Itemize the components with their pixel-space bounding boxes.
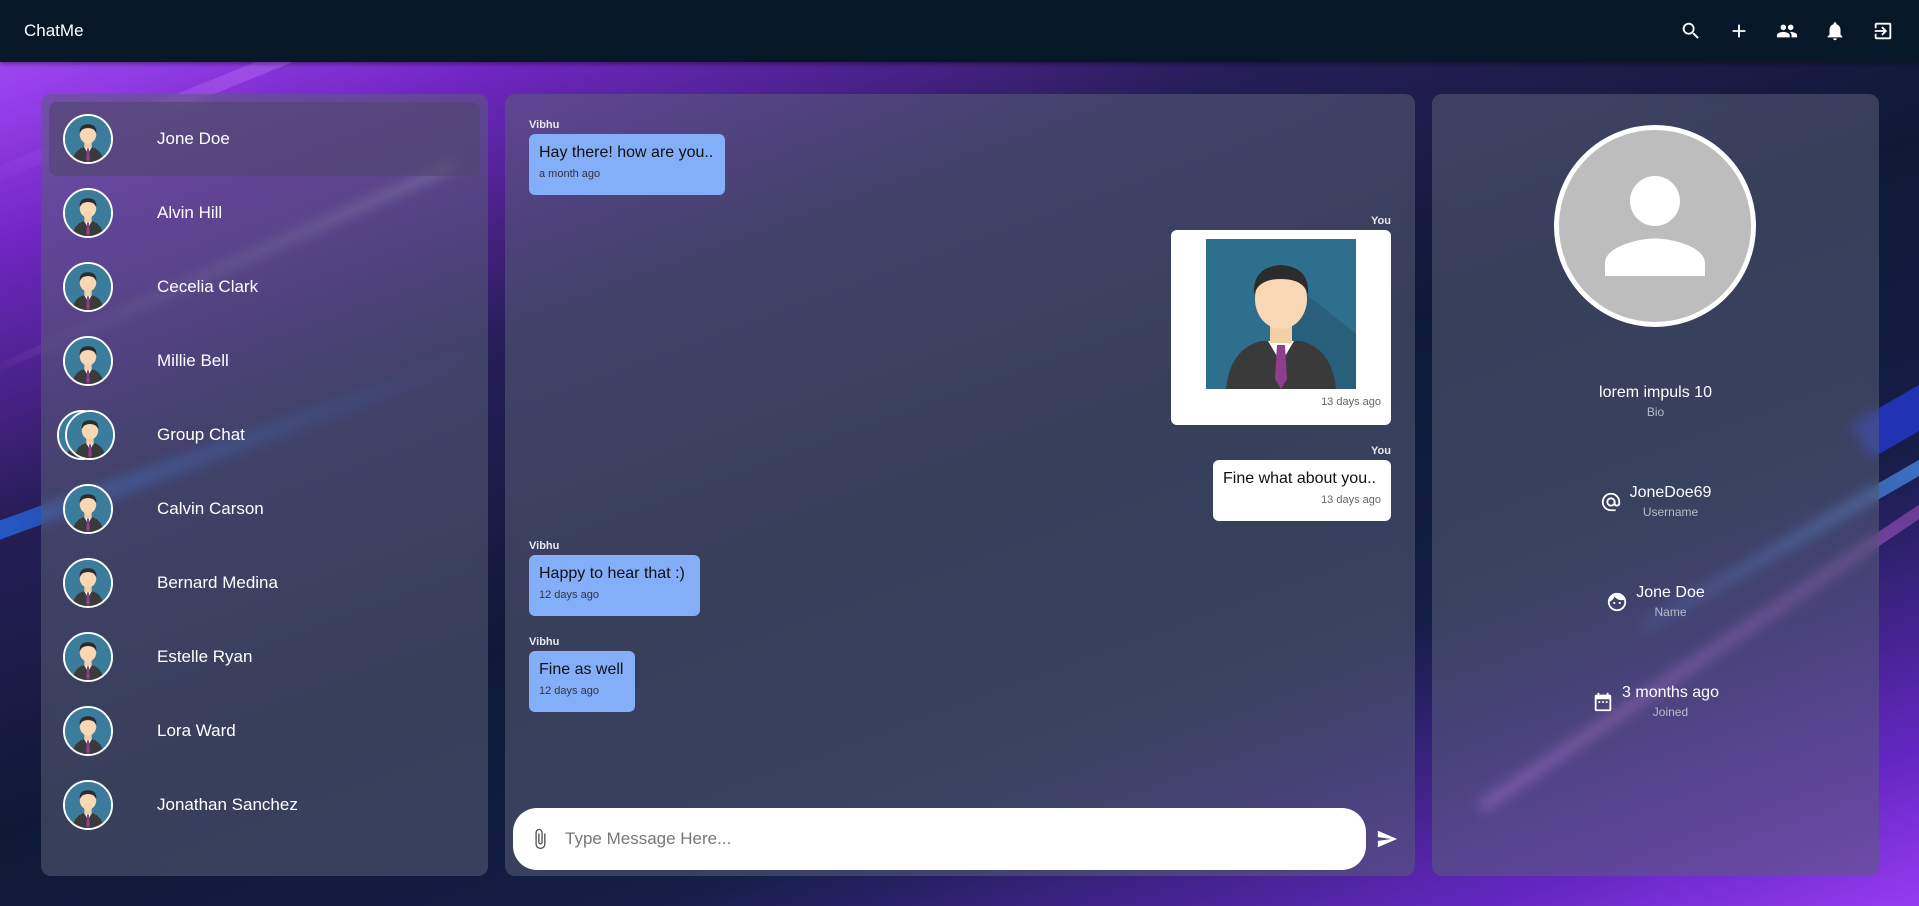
person-avatar[interactable] [1206, 239, 1356, 389]
profile-panel: lorem impuls 10 Bio JoneDoe69 Username J… [1432, 94, 1879, 876]
contact-item[interactable]: Alvin Hill [49, 176, 480, 250]
message-time: a month ago [539, 168, 601, 180]
message-bubble: Hay there! how are you.. a month ago [529, 134, 725, 195]
avatar [63, 706, 113, 756]
message-sender: You [1371, 215, 1391, 227]
avatar [63, 188, 113, 238]
contact-item[interactable]: Estelle Ryan [49, 620, 480, 694]
contact-item[interactable]: Calvin Carson [49, 472, 480, 546]
message-time: 13 days ago [1321, 494, 1381, 506]
app-title: ChatMe [24, 21, 84, 40]
message-item: You Fine what about you.. 13 days ago [1213, 445, 1391, 521]
message-item: Vibhu Fine as well 12 days ago [529, 636, 635, 712]
avatar [63, 262, 113, 312]
profile-username: JoneDoe69 Username [1432, 484, 1879, 519]
contact-name: Calvin Carson [157, 499, 264, 518]
contact-item[interactable]: Lora Ward [49, 694, 480, 768]
people-icon[interactable] [1775, 19, 1799, 43]
joined-value: 3 months ago [1622, 684, 1719, 701]
bell-icon[interactable] [1823, 19, 1847, 43]
message-composer [513, 808, 1366, 870]
contact-name: Estelle Ryan [157, 647, 253, 666]
message-bubble: Fine what about you.. 13 days ago [1213, 460, 1391, 521]
contact-name: Jone Doe [157, 129, 230, 148]
attach-icon[interactable] [529, 828, 551, 850]
message-item: You 13 days ago [1171, 215, 1391, 425]
contact-name: Lora Ward [157, 721, 236, 740]
avatar [63, 336, 113, 386]
contact-name: Cecelia Clark [157, 277, 259, 296]
contacts-panel: Jone Doe Alvin Hill Cecelia Clark Millie Be… [41, 94, 488, 876]
contact-item[interactable]: Cecelia Clark [49, 250, 480, 324]
message-bubble: 13 days ago [1171, 230, 1391, 425]
top-actions [1679, 19, 1895, 43]
message-sender: Vibhu [529, 540, 560, 552]
message-input[interactable] [565, 829, 1350, 849]
logout-icon[interactable] [1871, 19, 1895, 43]
contact-item[interactable]: Group Chat [49, 398, 480, 472]
avatar [63, 114, 113, 164]
person-icon [1605, 176, 1705, 276]
message-text: Hay there! how are you.. [539, 144, 714, 161]
send-icon[interactable] [1374, 828, 1400, 850]
message-time: 12 days ago [539, 589, 599, 601]
username-label: Username [1642, 505, 1699, 519]
message-text: Fine as well [539, 661, 624, 678]
profile-joined: 3 months ago Joined [1432, 684, 1879, 719]
name-value: Jone Doe [1636, 584, 1705, 601]
top-app-bar: ChatMe [0, 0, 1919, 62]
profile-bio: lorem impuls 10 Bio [1432, 384, 1879, 419]
profile-avatar [1554, 125, 1756, 327]
profile-name: Jone Doe Name [1432, 584, 1879, 619]
avatar [63, 484, 113, 534]
message-text: Fine what about you.. [1223, 470, 1376, 487]
search-icon[interactable] [1679, 19, 1703, 43]
contact-name: Bernard Medina [157, 573, 278, 592]
message-item: Vibhu Happy to hear that :) 12 days ago [529, 540, 700, 616]
avatar [65, 410, 115, 460]
joined-label: Joined [1652, 705, 1689, 719]
contact-item[interactable]: Jone Doe [49, 102, 480, 176]
chat-panel: Vibhu Hay there! how are you.. a month a… [505, 94, 1415, 876]
message-text: Happy to hear that :) [539, 565, 685, 582]
message-bubble: Fine as well 12 days ago [529, 651, 635, 712]
contact-name: Jonathan Sanchez [157, 795, 298, 814]
name-label: Name [1654, 605, 1687, 619]
bio-label: Bio [1646, 405, 1665, 419]
message-bubble: Happy to hear that :) 12 days ago [529, 555, 700, 616]
calendar-icon [1594, 692, 1612, 711]
contact-name: Millie Bell [157, 351, 229, 370]
message-item: Vibhu Hay there! how are you.. a month a… [529, 119, 725, 195]
message-sender: Vibhu [529, 119, 560, 131]
message-sender: Vibhu [529, 636, 560, 648]
contact-name: Alvin Hill [157, 203, 223, 222]
contact-item[interactable]: Jonathan Sanchez [49, 768, 480, 842]
contact-name: Group Chat [157, 425, 245, 444]
bio-value: lorem impuls 10 [1599, 384, 1712, 401]
message-time: 12 days ago [539, 685, 599, 697]
add-icon[interactable] [1727, 19, 1751, 43]
avatar [63, 780, 113, 830]
username-value: JoneDoe69 [1629, 484, 1712, 501]
message-sender: You [1371, 445, 1391, 457]
avatar [63, 558, 113, 608]
contact-item[interactable]: Bernard Medina [49, 546, 480, 620]
message-time: 13 days ago [1321, 396, 1381, 408]
avatar [63, 632, 113, 682]
contact-item[interactable]: Millie Bell [49, 324, 480, 398]
at-icon [1601, 492, 1620, 511]
face-icon [1608, 592, 1627, 611]
group-avatar [57, 410, 115, 460]
